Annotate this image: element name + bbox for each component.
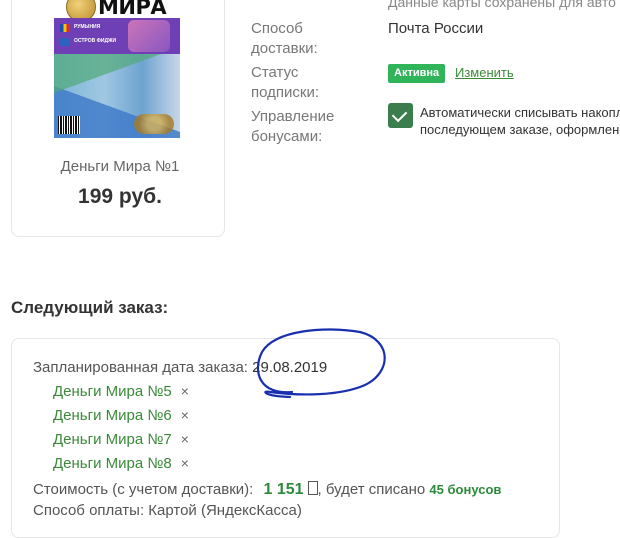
auto-bonus-text-line1: Автоматически списывать накопл [420,105,620,120]
card-saved-note: Данные карты сохранены для авто [388,0,616,10]
remove-item-icon[interactable]: × [181,431,189,447]
product-price: 199 руб. [78,185,162,208]
delivery-value: Почта России [388,20,484,37]
payment-label: Способ оплаты: [33,502,145,519]
status-badge: Активна [388,64,446,83]
status-label-line1: Статус [251,64,299,81]
order-date-value: 29.08.2019 [252,359,328,376]
order-item-name[interactable]: Деньги Мира №8 [53,455,172,472]
order-item-name[interactable]: Деньги Мира №6 [53,407,172,424]
bonus-label-line2: бонусами: [251,128,323,145]
remove-item-icon[interactable]: × [181,407,189,423]
auto-bonus-checkbox[interactable] [388,103,413,128]
cover-band-line2: ОСТРОВ ФИДЖИ [74,38,117,44]
bonus-amount: 45 бонусов [429,482,502,497]
change-status-link[interactable]: Изменить [455,65,514,80]
payment-value: Картой (ЯндексКасса) [148,502,302,519]
magazine-cover-image[interactable]: МИРА РУМЫНИЯ ОСТРОВ ФИДЖИ [54,0,180,138]
product-name[interactable]: Деньги Мира №1 [0,158,240,175]
order-item: Деньги Мира №5 × [53,383,189,400]
bonus-label: Управление бонусами: [251,107,334,147]
cost-label: Стоимость (с учетом доставки): [33,481,254,498]
auto-bonus-text-line2: последующем заказе, оформленн [420,122,620,137]
order-date-label: Запланированная дата заказа: [33,359,248,376]
romania-flag-icon [60,24,70,32]
auto-bonus-text[interactable]: Автоматически списывать накопл последующ… [420,104,620,138]
cover-title: МИРА [98,0,167,19]
order-item-name[interactable]: Деньги Мира №5 [53,383,172,400]
order-item-name[interactable]: Деньги Мира №7 [53,431,172,448]
next-order-heading: Следующий заказ: [11,298,169,317]
ruble-icon [307,481,318,495]
delivery-label-line2: доставки: [251,40,318,57]
payment-method-line: Способ оплаты: Картой (ЯндексКасса) [33,502,302,519]
cover-band: РУМЫНИЯ ОСТРОВ ФИДЖИ [54,18,180,54]
checkmark-icon [391,106,408,123]
delivery-label: Способ доставки: [251,19,318,59]
order-cost-line: Стоимость (с учетом доставки): 1 151 , бу… [33,481,501,499]
bonus-label-line1: Управление [251,108,335,125]
cost-amount: 1 151 [263,481,304,498]
delivery-label-line1: Способ [251,20,303,37]
status-label-line2: подписки: [251,84,319,101]
order-date-line: Запланированная дата заказа: 29.08.2019 [33,359,327,376]
order-item: Деньги Мира №7 × [53,431,189,448]
remove-item-icon[interactable]: × [181,383,189,399]
barcode-icon [58,116,80,134]
status-label: Статус подписки: [251,63,319,103]
cover-band-line1: РУМЫНИЯ [74,24,101,30]
cover-stamp-image [128,20,170,52]
order-item: Деньги Мира №6 × [53,407,189,424]
fiji-flag-icon [60,38,70,46]
cost-suffix: , будет списано [317,481,426,498]
coins-image [134,114,174,134]
remove-item-icon[interactable]: × [181,455,189,471]
order-item: Деньги Мира №8 × [53,455,189,472]
